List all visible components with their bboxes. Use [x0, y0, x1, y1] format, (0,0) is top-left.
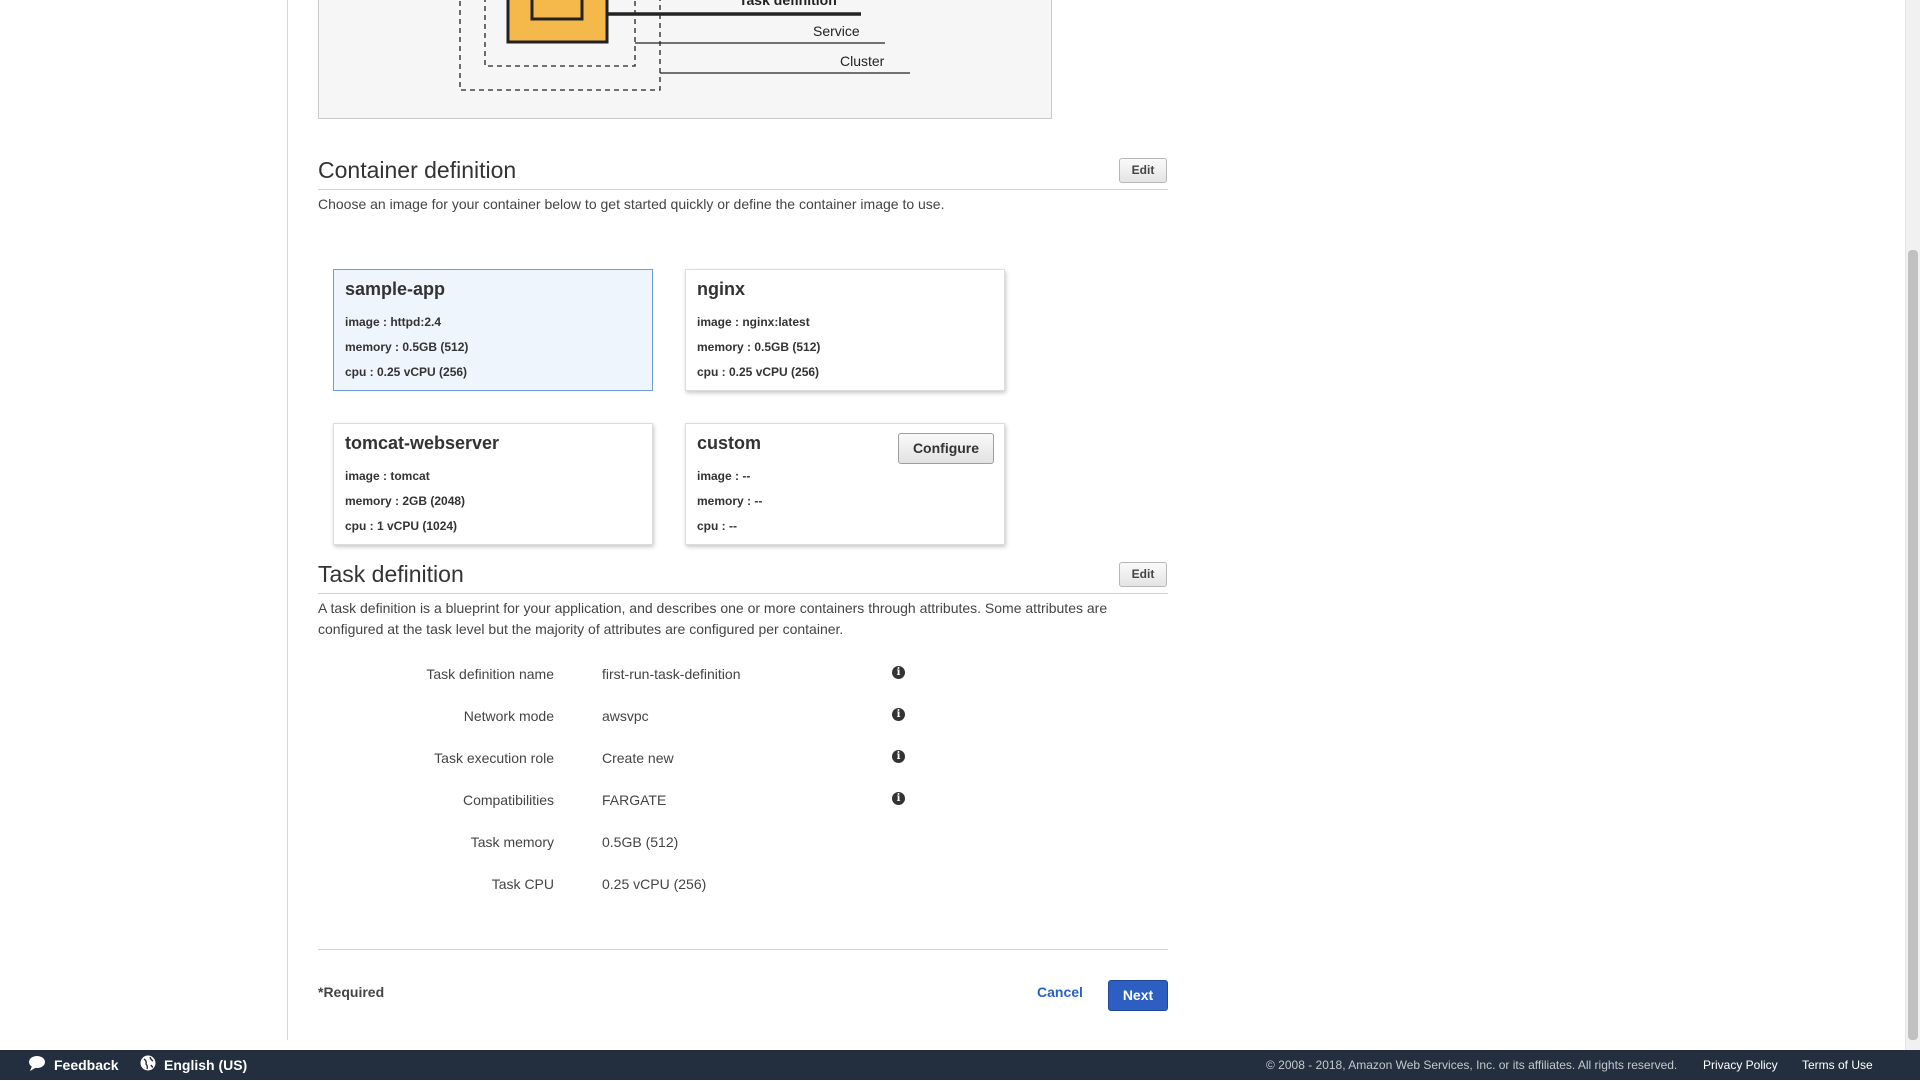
container-card-memory: memory : 2GB (2048): [345, 494, 466, 508]
task-memory-label: Task memory: [470, 834, 554, 850]
diagram-svg: Task definition Service Cluster: [459, 0, 910, 91]
network-mode-label: Network mode: [463, 708, 554, 724]
info-icon[interactable]: i: [892, 792, 905, 805]
diagram-label-cluster: Cluster: [840, 53, 885, 69]
container-card-memory: memory : 0.5GB (512): [345, 340, 469, 354]
feedback-link[interactable]: Feedback: [28, 1050, 119, 1080]
diagram-label-service: Service: [813, 23, 860, 39]
ecs-objects-diagram: Task definition Service Cluster: [318, 0, 1052, 119]
container-definition-edit-button[interactable]: Edit: [1119, 158, 1167, 183]
container-card-nginx[interactable]: nginx image : nginx:latest memory : 0.5G…: [685, 269, 1005, 391]
vertical-scrollbar[interactable]: [1905, 0, 1920, 1050]
feedback-icon: [28, 1051, 46, 1081]
container-card-name: nginx: [697, 279, 745, 299]
network-mode-value: awsvpc: [602, 708, 649, 724]
container-card-tomcat-webserver[interactable]: tomcat-webserver image : tomcat memory :…: [333, 423, 653, 545]
container-card-image: image : nginx:latest: [697, 315, 810, 329]
required-note: *Required: [318, 984, 385, 1000]
terms-of-use-link[interactable]: Terms of Use: [1802, 1050, 1873, 1080]
task-definition-name-label: Task definition name: [426, 666, 554, 682]
container-card-image: image : httpd:2.4: [345, 315, 442, 329]
diagram-label-task-definition: Task definition: [739, 0, 837, 8]
task-definition-name-value: first-run-task-definition: [602, 666, 741, 682]
container-card-name: tomcat-webserver: [345, 433, 500, 453]
container-definition-title: Container definition: [318, 157, 517, 183]
task-cpu-value: 0.25 vCPU (256): [602, 876, 707, 892]
task-cpu-label: Task CPU: [491, 876, 554, 892]
container-definition-description: Choose an image for your container below…: [318, 196, 945, 212]
container-card-cpu: cpu : 0.25 vCPU (256): [697, 365, 820, 379]
globe-icon: [140, 1051, 156, 1081]
cancel-link[interactable]: Cancel: [1037, 984, 1083, 1000]
feedback-label: Feedback: [54, 1057, 119, 1073]
container-definition-divider: [318, 189, 1168, 190]
container-card-cpu: cpu : 1 vCPU (1024): [345, 519, 458, 533]
task-execution-role-value: Create new: [602, 750, 674, 766]
task-memory-value: 0.5GB (512): [602, 834, 679, 850]
footer-bar: Feedback English (US) © 2008 - 2018, Ama…: [0, 1050, 1920, 1080]
scrollbar-thumb[interactable]: [1908, 250, 1918, 1040]
info-icon[interactable]: i: [892, 750, 905, 763]
language-selector[interactable]: English (US): [140, 1050, 247, 1080]
actions-divider: [318, 949, 1168, 950]
privacy-policy-link[interactable]: Privacy Policy: [1703, 1050, 1778, 1080]
container-card-image: image : tomcat: [345, 469, 430, 483]
left-navigation-rail: [0, 0, 288, 1040]
task-definition-box: [506, 0, 609, 44]
container-card-image: image : --: [697, 469, 751, 483]
compatibilities-label: Compatibilities: [462, 792, 554, 808]
container-card-cpu: cpu : 0.25 vCPU (256): [345, 365, 468, 379]
info-icon[interactable]: i: [892, 708, 905, 721]
next-button[interactable]: Next: [1108, 980, 1168, 1011]
container-card-name: sample-app: [345, 279, 446, 299]
container-card-memory: memory : --: [697, 494, 763, 508]
configure-button[interactable]: Configure: [898, 433, 994, 464]
task-definition-description: A task definition is a blueprint for you…: [318, 600, 1108, 637]
container-card-cpu: cpu : --: [697, 519, 737, 533]
task-definition-divider: [318, 593, 1168, 594]
task-definition-edit-button[interactable]: Edit: [1119, 562, 1167, 587]
language-label: English (US): [164, 1057, 248, 1073]
container-card-custom[interactable]: custom image : -- memory : -- cpu : -- C…: [685, 423, 1005, 545]
compatibilities-value: FARGATE: [602, 792, 667, 808]
container-card-memory: memory : 0.5GB (512): [697, 340, 821, 354]
task-execution-role-label: Task execution role: [434, 750, 554, 766]
info-icon[interactable]: i: [892, 666, 905, 679]
copyright-text: © 2008 - 2018, Amazon Web Services, Inc.…: [1266, 1058, 1678, 1072]
container-card-sample-app[interactable]: sample-app image : httpd:2.4 memory : 0.…: [333, 269, 653, 391]
task-definition-title: Task definition: [318, 561, 464, 587]
